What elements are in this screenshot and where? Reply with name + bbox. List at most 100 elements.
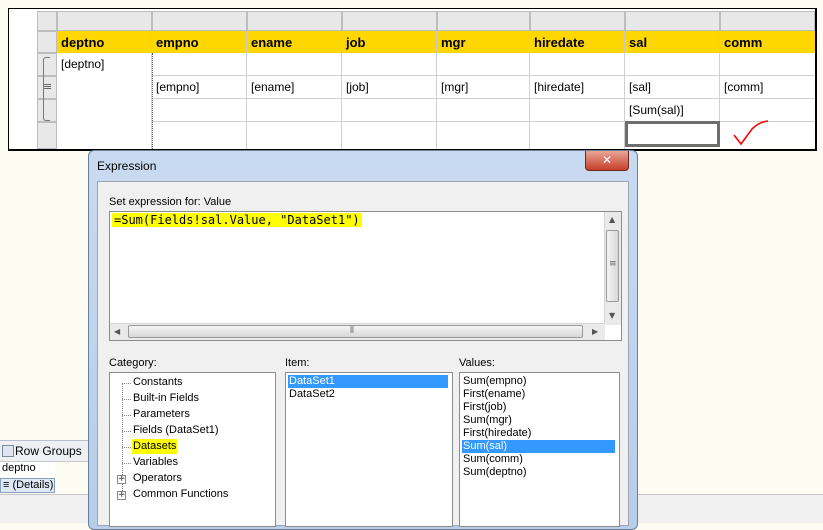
tablix-corner-handle[interactable] (37, 11, 57, 31)
column-handle-8[interactable] (720, 11, 815, 31)
value-sum-empno[interactable]: Sum(empno) (462, 375, 528, 388)
footer-cell[interactable] (530, 122, 625, 149)
group-cell-deptno[interactable]: [deptno] (57, 53, 152, 122)
category-parameters[interactable]: Parameters (132, 407, 191, 422)
group-cell[interactable] (247, 53, 342, 76)
column-handle-3[interactable] (247, 11, 342, 31)
dialog-title: Expression (97, 159, 157, 173)
detail-cell-mgr[interactable]: [mgr] (437, 76, 530, 99)
red-checkmark-icon (733, 120, 769, 146)
footer-cell[interactable] (247, 122, 342, 149)
row-group-deptno[interactable]: deptno (0, 462, 55, 477)
column-handle-6[interactable] (530, 11, 625, 31)
value-sum-mgr[interactable]: Sum(mgr) (462, 414, 513, 427)
row-group-details[interactable]: ≡ (Details) (0, 478, 55, 493)
value-sum-comm[interactable]: Sum(comm) (462, 453, 524, 466)
total-cell[interactable] (437, 99, 530, 122)
tree-line (122, 447, 131, 448)
scroll-left-arrow-icon[interactable]: ◀ (114, 327, 120, 336)
column-handle-7[interactable] (625, 11, 720, 31)
values-list[interactable]: Sum(empno) First(ename) First(job) Sum(m… (459, 372, 620, 527)
row-handle-header[interactable] (37, 31, 57, 53)
value-sum-sal[interactable]: Sum(sal) (462, 440, 615, 453)
category-constants[interactable]: Constants (132, 375, 184, 390)
close-button[interactable]: ✕ (585, 151, 629, 171)
item-dataset1[interactable]: DataSet1 (288, 375, 448, 388)
category-label: Category: (109, 357, 157, 369)
detail-cell-job[interactable]: [job] (342, 76, 437, 99)
expression-prompt-label: Set expression for: Value (109, 196, 232, 208)
category-fields[interactable]: Fields (DataSet1) (132, 423, 220, 438)
expand-plus-icon[interactable]: + (117, 491, 126, 500)
item-list[interactable]: DataSet1 DataSet2 (285, 372, 453, 527)
header-cell-sal[interactable]: sal (625, 31, 720, 53)
column-handle-5[interactable] (437, 11, 530, 31)
total-cell[interactable] (247, 99, 342, 122)
group-cell[interactable] (720, 53, 815, 76)
values-label: Values: (459, 357, 495, 369)
row-handle-column (9, 9, 37, 149)
total-cell[interactable] (530, 99, 625, 122)
scroll-up-arrow-icon[interactable]: ▲ (609, 215, 615, 224)
horizontal-scroll-thumb[interactable]: ⦀ (128, 325, 583, 338)
group-cell[interactable] (342, 53, 437, 76)
category-tree[interactable]: Constants Built-in Fields Parameters Fie… (109, 372, 276, 527)
header-cell-empno[interactable]: empno (152, 31, 247, 53)
category-operators[interactable]: Operators (132, 471, 183, 486)
value-first-job[interactable]: First(job) (462, 401, 507, 414)
detail-cell-empno[interactable]: [empno] (152, 76, 247, 99)
tree-line (122, 399, 131, 400)
group-cell[interactable] (152, 53, 247, 76)
total-cell[interactable] (152, 99, 247, 122)
header-cell-deptno[interactable]: deptno (57, 31, 152, 53)
group-cell[interactable] (530, 53, 625, 76)
row-handle-footer[interactable] (37, 122, 57, 149)
column-handle-1[interactable] (57, 11, 152, 31)
footer-cell[interactable] (152, 122, 247, 149)
scroll-down-arrow-icon[interactable]: ▼ (609, 311, 615, 320)
total-cell[interactable] (342, 99, 437, 122)
item-dataset2[interactable]: DataSet2 (288, 388, 336, 401)
detail-cell-hiredate[interactable]: [hiredate] (530, 76, 625, 99)
value-first-ename[interactable]: First(ename) (462, 388, 526, 401)
total-cell-sum-sal[interactable]: [Sum(sal)] (625, 99, 720, 122)
item-label: Item: (285, 357, 310, 369)
detail-cell-ename[interactable]: [ename] (247, 76, 342, 99)
footer-cell[interactable] (437, 122, 530, 149)
group-divider (152, 53, 153, 149)
group-cell[interactable] (625, 53, 720, 76)
vertical-scroll-thumb[interactable]: ≡ (606, 230, 619, 302)
tree-line (122, 383, 131, 384)
selected-footer-cell-sal[interactable] (625, 121, 720, 147)
expression-text[interactable]: =Sum(Fields!sal.Value, "DataSet1") (112, 213, 362, 227)
column-handle-4[interactable] (342, 11, 437, 31)
dialog-client-area: Set expression for: Value =Sum(Fields!sa… (97, 181, 629, 527)
header-cell-hiredate[interactable]: hiredate (530, 31, 625, 53)
header-cell-ename[interactable]: ename (247, 31, 342, 53)
value-first-hiredate[interactable]: First(hiredate) (462, 427, 532, 440)
expression-editor[interactable]: =Sum(Fields!sal.Value, "DataSet1") ▲ ≡ ▼… (109, 211, 622, 341)
row-groups-icon (2, 445, 14, 457)
footer-cell[interactable] (57, 122, 152, 149)
category-built-in-fields[interactable]: Built-in Fields (132, 391, 200, 406)
header-cell-mgr[interactable]: mgr (437, 31, 530, 53)
detail-cell-comm[interactable]: [comm] (720, 76, 815, 99)
footer-cell[interactable] (342, 122, 437, 149)
grip-icon: ⦀ (350, 326, 354, 336)
category-variables[interactable]: Variables (132, 455, 179, 470)
report-designer-tablix: ≡ deptno empno ename job mgr hiredate sa… (8, 8, 817, 151)
expand-plus-icon[interactable]: + (117, 475, 126, 484)
expression-horizontal-scrollbar[interactable]: ◀ ⦀ ▶ (110, 323, 605, 340)
category-common-functions[interactable]: Common Functions (132, 487, 229, 502)
column-handle-2[interactable] (152, 11, 247, 31)
category-datasets[interactable]: Datasets (132, 439, 178, 454)
header-cell-job[interactable]: job (342, 31, 437, 53)
group-cell[interactable] (437, 53, 530, 76)
detail-cell-sal[interactable]: [sal] (625, 76, 720, 99)
header-cell-comm[interactable]: comm (720, 31, 815, 53)
expression-vertical-scrollbar[interactable]: ▲ ≡ ▼ (604, 212, 621, 325)
tree-line (122, 463, 131, 464)
tree-line (122, 431, 131, 432)
value-sum-deptno[interactable]: Sum(deptno) (462, 466, 528, 479)
scroll-right-arrow-icon[interactable]: ▶ (592, 327, 598, 336)
